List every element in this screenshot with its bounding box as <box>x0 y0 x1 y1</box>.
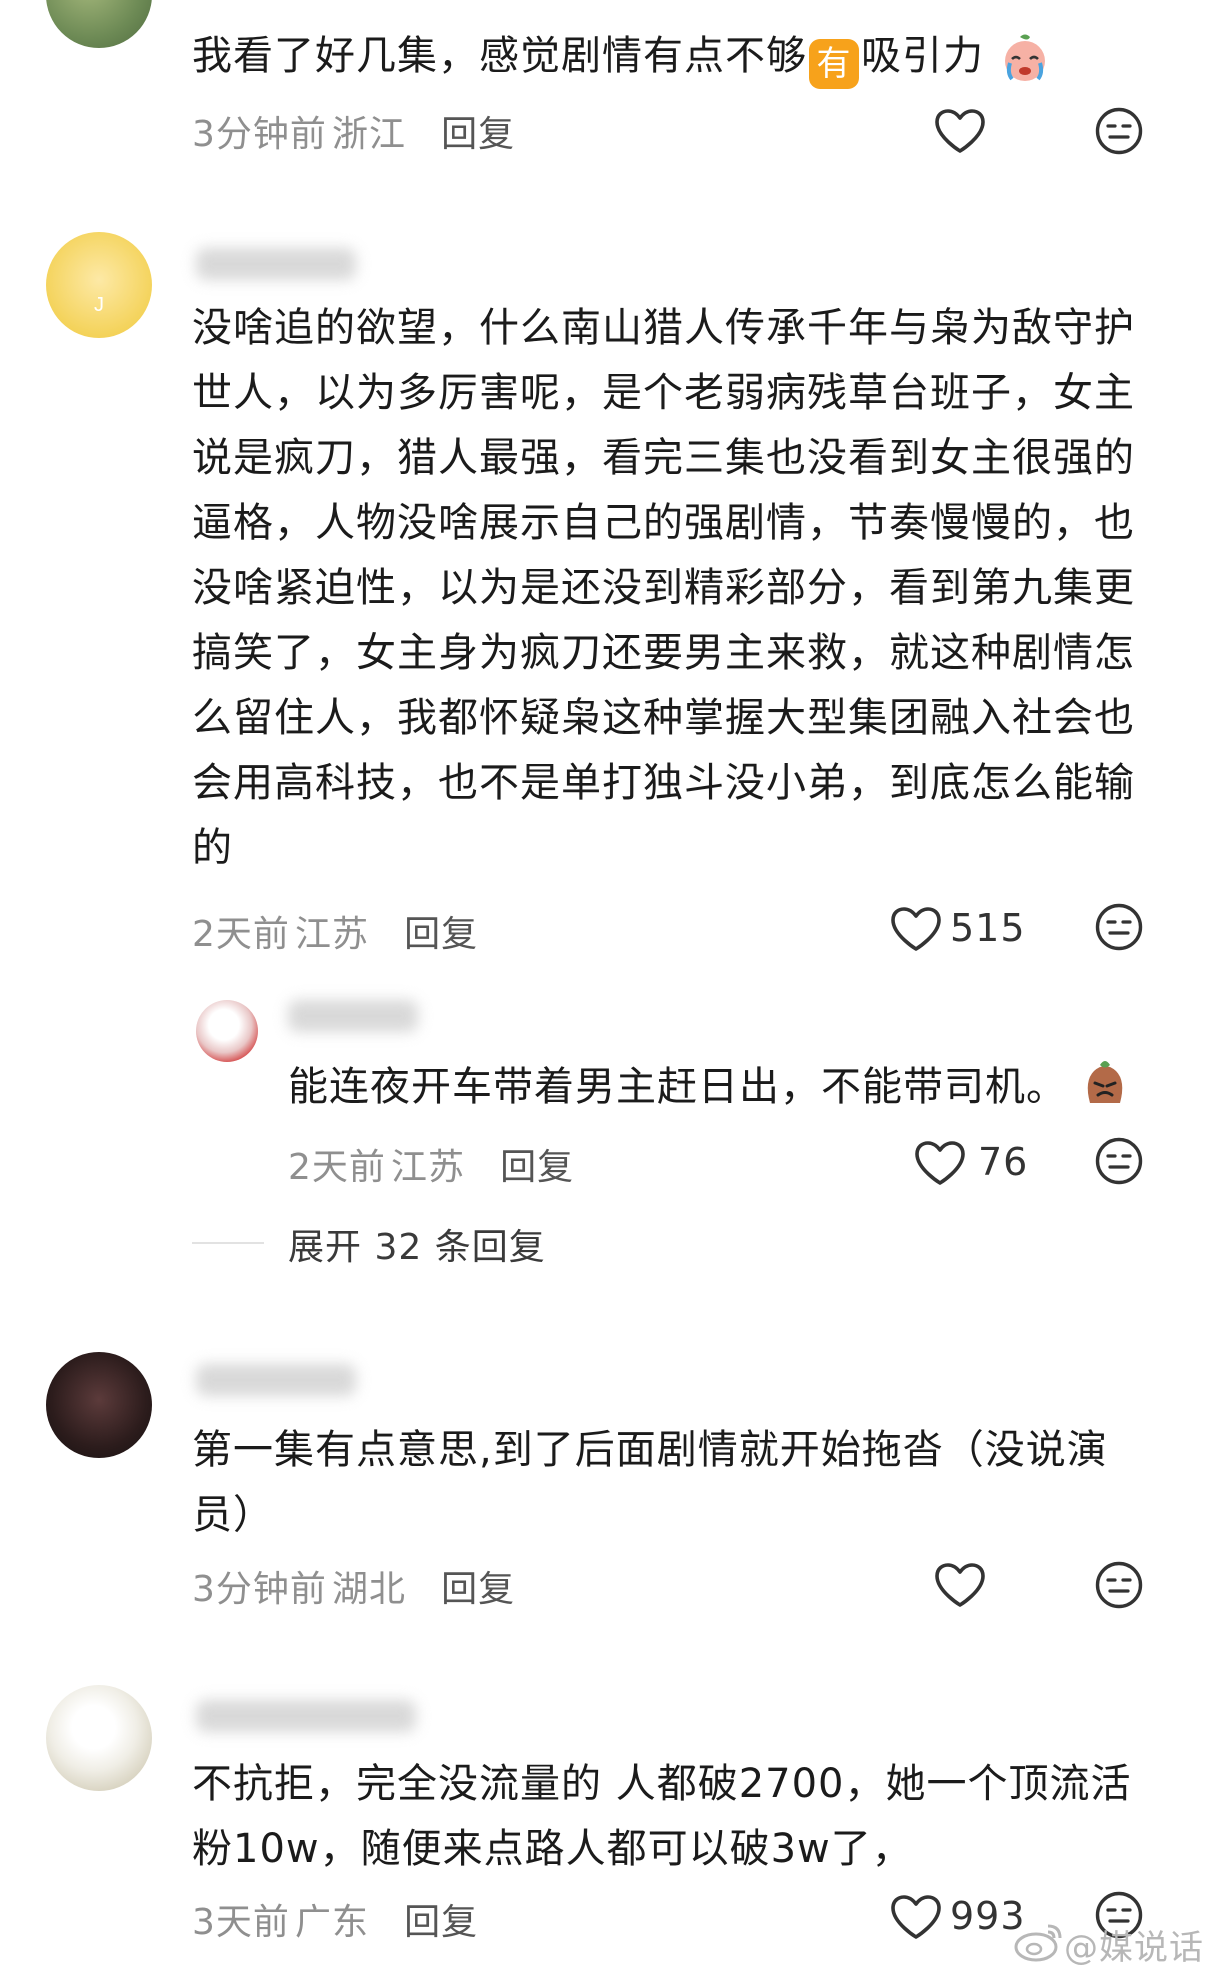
comment-text-part: 我看了好几集，感觉剧情有点不够 <box>192 33 807 79</box>
watermark-text: @媒说话 <box>1064 1928 1204 1968</box>
comment-meta: 2天前 江苏 回复 <box>192 905 478 957</box>
comment-text: 我看了好几集，感觉剧情有点不够有吸引力 <box>192 24 1092 89</box>
reply-button[interactable]: 回复 <box>404 914 478 955</box>
sub-reply-button[interactable]: 回复 <box>500 1147 574 1188</box>
badge: 有 <box>809 39 859 89</box>
comment-time: 3分钟前 <box>192 114 327 155</box>
comment-time: 3天前 <box>192 1902 290 1943</box>
expand-divider <box>192 1242 264 1244</box>
sticker-face-icon[interactable] <box>1094 1136 1144 1186</box>
sub-reply-text-content: 能连夜开车带着男主赶日出，不能带司机。 <box>288 1064 1067 1110</box>
comment-meta: 3天前 广东 回复 <box>192 1893 478 1945</box>
comment-meta: 3分钟前 浙江 回复 <box>192 105 515 157</box>
sub-reply-location: 江苏 <box>391 1147 466 1188</box>
comment-location: 江苏 <box>295 914 370 955</box>
comment-location: 浙江 <box>332 114 407 155</box>
sub-reply-text: 能连夜开车带着男主赶日出，不能带司机。 <box>288 1055 1148 1120</box>
comment-text: 没啥追的欲望，什么南山猎人传承千年与枭为敌守护世人，以为多厉害呢，是个老弱病残草… <box>192 305 1135 871</box>
sticker-face-icon[interactable] <box>1094 106 1144 156</box>
comment-time: 3分钟前 <box>192 1569 327 1610</box>
heart-icon[interactable] <box>890 1894 942 1940</box>
comment-meta: 3分钟前 湖北 回复 <box>192 1560 515 1612</box>
heart-icon[interactable] <box>934 108 986 154</box>
comment-text: 不抗拒，完全没流量的 人都破2700，她一个顶流活粉10w，随便来点路人都可以破… <box>192 1761 1132 1872</box>
comment-location: 湖北 <box>332 1569 407 1610</box>
sub-reply-avatar[interactable] <box>196 1000 258 1062</box>
comment-text-part: 吸引力 <box>861 33 984 79</box>
sticker-emoji-icon <box>1087 1061 1123 1103</box>
like-count: 76 <box>978 1140 1029 1184</box>
heart-icon[interactable] <box>890 906 942 952</box>
sub-reply-username-blurred <box>288 1000 418 1032</box>
sticker-face-icon[interactable] <box>1094 1560 1144 1610</box>
sub-reply-meta: 2天前 江苏 回复 <box>288 1138 574 1190</box>
avatar[interactable]: J <box>46 232 152 338</box>
weibo-logo-icon <box>1014 1924 1062 1962</box>
comment-time: 2天前 <box>192 914 290 955</box>
reply-button[interactable]: 回复 <box>441 1569 515 1610</box>
reply-button[interactable]: 回复 <box>404 1902 478 1943</box>
avatar[interactable] <box>46 1685 152 1791</box>
heart-icon[interactable] <box>934 1562 986 1608</box>
crying-emoji-icon <box>1004 34 1045 81</box>
avatar[interactable] <box>46 1352 152 1458</box>
username-blurred <box>196 1700 416 1732</box>
avatar[interactable] <box>46 0 152 48</box>
username-blurred <box>196 248 356 280</box>
sticker-face-icon[interactable] <box>1094 902 1144 952</box>
comment-location: 广东 <box>295 1902 370 1943</box>
like-count: 515 <box>950 906 1026 950</box>
username-blurred <box>196 1364 356 1396</box>
comment-text: 第一集有点意思,到了后面剧情就开始拖沓（没说演员） <box>192 1427 1108 1538</box>
expand-replies-button[interactable]: 展开 32 条回复 <box>288 1218 546 1270</box>
reply-button[interactable]: 回复 <box>441 114 515 155</box>
sub-reply-time: 2天前 <box>288 1147 386 1188</box>
heart-icon[interactable] <box>914 1140 966 1186</box>
avatar-initial: J <box>94 294 104 316</box>
